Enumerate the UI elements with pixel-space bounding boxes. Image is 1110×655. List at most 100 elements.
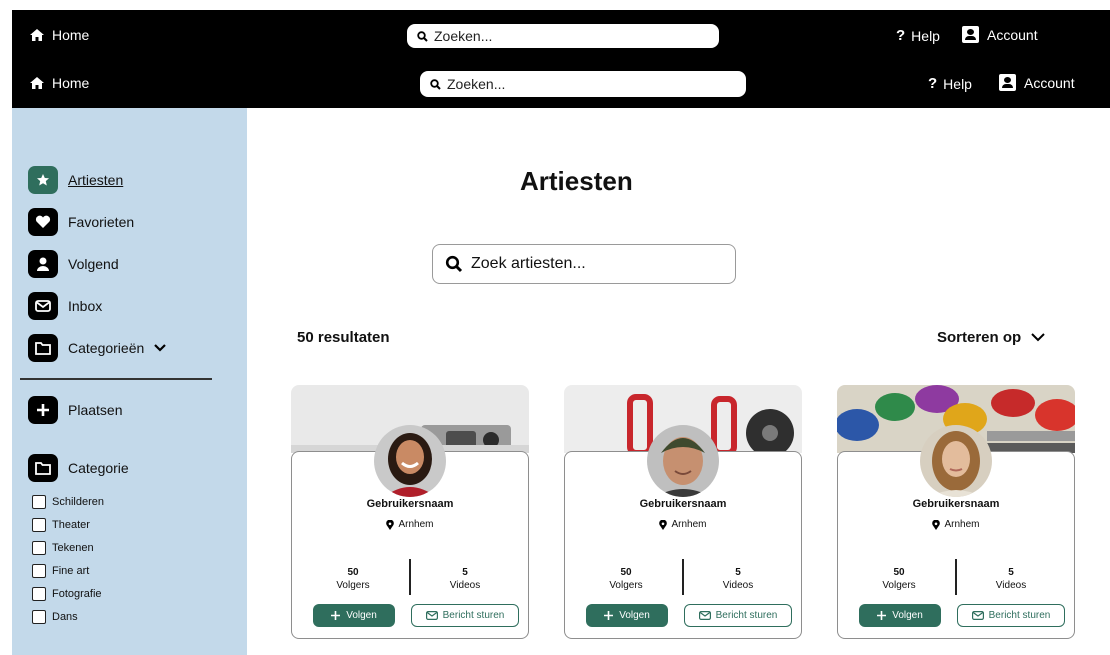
follow-label: Volgen (892, 610, 923, 621)
sidebar-item-label: Inbox (68, 298, 103, 314)
help-link[interactable]: ? Help (896, 27, 940, 44)
checkbox[interactable] (32, 564, 46, 578)
followers-label: Volgers (609, 580, 643, 591)
plus-icon (604, 611, 614, 620)
home-icon (30, 77, 44, 89)
top-search-input[interactable]: Zoeken... (407, 24, 719, 48)
followers-count: 50 (347, 567, 359, 578)
artist-card[interactable]: Gebruikersnaam Arnhem 50 Volgers 5 Video… (564, 385, 802, 641)
category-checkbox-dans[interactable]: Dans (32, 610, 78, 624)
username: Gebruikersnaam (912, 498, 1000, 510)
category-heading-label: Categorie (68, 460, 129, 476)
results-count: 50 resultaten (297, 329, 390, 346)
followers-label: Volgers (882, 580, 916, 591)
sidebar-item-favorieten[interactable]: Favorieten (28, 208, 134, 236)
send-message-label: Bericht sturen (442, 610, 505, 621)
artist-card[interactable]: Gebruikersnaam Arnhem 50 Volgers 5 Video… (291, 385, 529, 641)
sidebar-item-categorieen[interactable]: Categorieën (28, 334, 167, 362)
account-link[interactable]: Account (962, 26, 1038, 43)
sidebar-item-volgend[interactable]: Volgend (28, 250, 119, 278)
videos-stat: 5 Videos (688, 566, 788, 592)
username: Gebruikersnaam (639, 498, 727, 510)
followers-stat: 50 Volgers (576, 566, 676, 592)
location: Arnhem (291, 519, 529, 530)
category-checkbox-theater[interactable]: Theater (32, 518, 90, 532)
sidebar-item-inbox[interactable]: Inbox (28, 292, 102, 320)
help-icon: ? (928, 75, 938, 92)
top-search-input[interactable]: Zoeken... (420, 71, 746, 97)
mail-icon (28, 292, 58, 320)
page-title: Artiesten (520, 166, 633, 196)
checkbox[interactable] (32, 495, 46, 509)
avatar (647, 425, 719, 497)
videos-stat: 5 Videos (415, 566, 515, 592)
folder-icon (28, 454, 58, 482)
home-label: Home (52, 75, 90, 91)
checkbox[interactable] (32, 610, 46, 624)
artist-search-placeholder: Zoek artiesten... (471, 255, 586, 272)
send-message-button[interactable]: Bericht sturen (411, 604, 519, 627)
search-icon (417, 30, 428, 42)
artist-card[interactable]: Gebruikersnaam Arnhem 50 Volgers 5 Video… (837, 385, 1075, 641)
followers-count: 50 (893, 567, 905, 578)
account-icon (962, 26, 979, 43)
follow-label: Volgen (346, 610, 377, 621)
checkbox-label: Fine art (52, 565, 90, 577)
top-navbar: Home Zoeken... ? Help Account (12, 10, 1110, 62)
heart-icon (28, 208, 58, 236)
help-link[interactable]: ? Help (928, 75, 972, 92)
person-icon (28, 250, 58, 278)
plus-icon (877, 611, 887, 620)
send-message-button[interactable]: Bericht sturen (684, 604, 792, 627)
followers-label: Volgers (336, 580, 370, 591)
sidebar-item-label: Volgend (68, 256, 119, 272)
follow-label: Volgen (619, 610, 650, 621)
top-search-placeholder: Zoeken... (434, 28, 493, 44)
stat-divider (682, 559, 684, 595)
chevron-down-icon (1031, 333, 1045, 342)
folder-icon (28, 334, 58, 362)
home-link[interactable]: Home (30, 27, 89, 43)
category-checkbox-tekenen[interactable]: Tekenen (32, 541, 94, 555)
category-checkbox-fine-art[interactable]: Fine art (32, 564, 89, 578)
category-checkbox-fotografie[interactable]: Fotografie (32, 587, 102, 601)
username: Gebruikersnaam (366, 498, 454, 510)
follow-button[interactable]: Volgen (586, 604, 668, 627)
send-message-label: Bericht sturen (988, 610, 1051, 621)
sidebar-item-plaatsen[interactable]: Plaatsen (28, 396, 122, 424)
category-checkbox-schilderen[interactable]: Schilderen (32, 495, 104, 509)
plus-icon (28, 396, 58, 424)
videos-label: Videos (995, 580, 1027, 591)
checkbox-label: Fotografie (52, 588, 102, 600)
location: Arnhem (837, 519, 1075, 530)
account-link[interactable]: Account (999, 74, 1075, 91)
checkbox-label: Schilderen (52, 496, 104, 508)
videos-label: Videos (449, 580, 481, 591)
checkbox[interactable] (32, 541, 46, 555)
home-link[interactable]: Home (30, 75, 89, 91)
checkbox[interactable] (32, 518, 46, 532)
artist-search-input[interactable]: Zoek artiesten... (432, 244, 736, 284)
help-label: Help (911, 27, 940, 44)
help-icon: ? (896, 27, 906, 44)
sidebar-item-label: Artiesten (68, 172, 124, 188)
videos-count: 5 (462, 567, 468, 578)
followers-stat: 50 Volgers (303, 566, 403, 592)
sort-dropdown[interactable]: Sorteren op (937, 329, 1045, 346)
checkbox-label: Theater (52, 519, 90, 531)
search-icon (430, 78, 441, 90)
send-message-label: Bericht sturen (715, 610, 778, 621)
mail-icon (698, 611, 711, 620)
follow-button[interactable]: Volgen (313, 604, 395, 627)
videos-count: 5 (735, 567, 741, 578)
send-message-button[interactable]: Bericht sturen (957, 604, 1065, 627)
sidebar-item-artiesten[interactable]: Artiesten (28, 166, 123, 194)
category-heading: Categorie (28, 454, 129, 482)
checkbox[interactable] (32, 587, 46, 601)
location-pin-icon (386, 519, 395, 530)
chevron-down-icon (154, 344, 167, 352)
stat-divider (955, 559, 957, 595)
star-icon (28, 166, 58, 194)
sidebar-divider (20, 378, 212, 380)
follow-button[interactable]: Volgen (859, 604, 941, 627)
